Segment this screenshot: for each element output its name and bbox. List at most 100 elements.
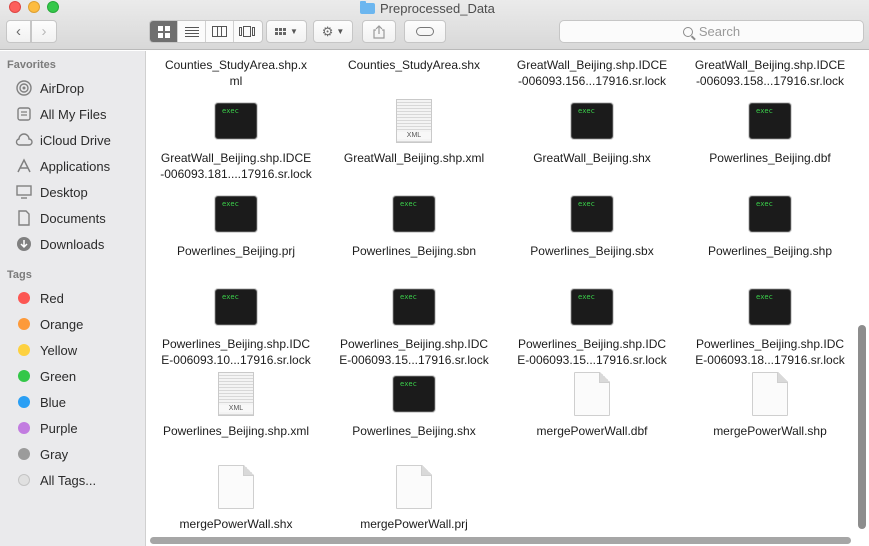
file-item[interactable]: XML GreatWall_Beijing.shp.xml [325, 98, 503, 166]
favorites-header: Favorites [7, 59, 56, 71]
column-view-icon [212, 26, 227, 37]
file-item[interactable]: exec Powerlines_Beijing.shp.IDC E-006093.… [503, 284, 681, 368]
column-view-button[interactable] [206, 21, 234, 42]
list-view-button[interactable] [178, 21, 206, 42]
tag-color-dot [18, 448, 30, 460]
tag-color-dot [18, 318, 30, 330]
sidebar-tag-red[interactable]: Red [15, 288, 64, 308]
sidebar-item-icloud-drive[interactable]: iCloud Drive [15, 130, 111, 150]
file-item[interactable]: execGreatWall_Beijing.shp.IDCE -006093.1… [503, 51, 681, 89]
minimize-window-button[interactable] [28, 1, 40, 13]
cover-flow-icon [239, 26, 257, 37]
file-name: Powerlines_Beijing.shp [707, 244, 833, 258]
file-item[interactable]: mergePowerWall.dbf [503, 371, 681, 439]
sidebar-tag-all-tags[interactable]: All Tags... [15, 470, 96, 490]
sidebar-item-label: Downloads [40, 236, 105, 252]
vertical-scrollbar[interactable] [858, 325, 866, 529]
terminal-exec-icon: exec [393, 289, 435, 325]
file-item[interactable]: exec Powerlines_Beijing.shp [681, 191, 859, 259]
back-button[interactable]: ‹ [6, 20, 31, 43]
icon-view-button[interactable] [150, 21, 178, 42]
file-item[interactable]: exec Powerlines_Beijing.shp.IDC E-006093.… [147, 284, 325, 368]
sidebar-item-label: AirDrop [40, 80, 85, 96]
file-item[interactable]: exec GreatWall_Beijing.shx [503, 98, 681, 166]
tag-color-dot [18, 292, 30, 304]
file-thumbnail [569, 371, 615, 417]
file-name: Powerlines_Beijing.shp.IDC E-006093.15..… [339, 337, 489, 367]
file-thumbnail: XML [391, 98, 437, 144]
sidebar-tag-orange[interactable]: Orange [15, 314, 83, 334]
file-thumbnail: exec [391, 371, 437, 417]
file-name: mergePowerWall.shp [713, 424, 827, 438]
cover-flow-button[interactable] [234, 21, 262, 42]
file-item[interactable]: XML Powerlines_Beijing.shp.xml [147, 371, 325, 439]
finder-window: Preprocessed_Data ‹ › ▼ ⚙ ▼ Search Favor… [0, 0, 869, 546]
sidebar-tag-gray[interactable]: Gray [15, 444, 68, 464]
file-thumbnail: exec [213, 191, 259, 237]
arrange-button[interactable]: ▼ [266, 20, 307, 43]
chevron-down-icon: ▼ [290, 27, 298, 36]
sidebar-item-desktop[interactable]: Desktop [15, 182, 88, 202]
file-item[interactable]: XMLCounties_StudyArea.shp.x ml [147, 51, 325, 89]
file-item[interactable]: exec Powerlines_Beijing.sbx [503, 191, 681, 259]
file-item[interactable]: exec Powerlines_Beijing.shx [325, 371, 503, 439]
file-item[interactable]: exec Powerlines_Beijing.dbf [681, 98, 859, 166]
file-item[interactable]: execGreatWall_Beijing.shp.IDCE -006093.1… [681, 51, 859, 89]
file-thumbnail: exec [747, 284, 793, 330]
file-name: Powerlines_Beijing.shp.IDC E-006093.15..… [517, 337, 667, 367]
action-button[interactable]: ⚙ ▼ [313, 20, 353, 43]
share-icon [373, 24, 385, 39]
file-name: GreatWall_Beijing.shp.IDCE -006093.158..… [694, 58, 846, 88]
close-window-button[interactable] [9, 1, 21, 13]
desktop-icon [15, 183, 33, 201]
sidebar-item-label: Purple [40, 420, 78, 436]
file-name: Counties_StudyArea.shp.x ml [164, 58, 308, 88]
search-field[interactable]: Search [559, 20, 864, 43]
forward-button[interactable]: › [31, 20, 57, 43]
sidebar-item-label: All My Files [40, 106, 107, 122]
xml-document-icon: XML [396, 99, 432, 143]
file-name: Counties_StudyArea.shx [347, 58, 481, 72]
file-item[interactable]: exec Powerlines_Beijing.shp.IDC E-006093.… [681, 284, 859, 368]
sidebar-tag-blue[interactable]: Blue [15, 392, 66, 412]
file-item[interactable]: exec Powerlines_Beijing.shp.IDC E-006093.… [325, 284, 503, 368]
sidebar-item-label: Gray [40, 446, 69, 462]
file-item[interactable]: exec Powerlines_Beijing.sbn [325, 191, 503, 259]
file-name: Powerlines_Beijing.sbx [530, 244, 654, 258]
list-view-icon [184, 26, 199, 37]
tag-color-dot [18, 474, 30, 486]
sidebar-item-applications[interactable]: Applications [15, 156, 110, 176]
terminal-exec-icon: exec [393, 376, 435, 412]
tags-header: Tags [7, 269, 32, 281]
blank-document-icon [752, 372, 788, 416]
file-item[interactable]: exec Powerlines_Beijing.prj [147, 191, 325, 259]
zoom-window-button[interactable] [47, 1, 59, 13]
file-item[interactable]: execCounties_StudyArea.shx [325, 51, 503, 73]
horizontal-scrollbar[interactable] [150, 537, 851, 544]
file-thumbnail: exec [747, 191, 793, 237]
sidebar-item-label: Green [40, 368, 77, 384]
sidebar-tag-green[interactable]: Green [15, 366, 76, 386]
sidebar-item-label: Red [40, 290, 64, 306]
file-item[interactable]: execGreatWall_Beijing.shp.IDCE -006093.1… [147, 98, 325, 182]
sidebar-tag-purple[interactable]: Purple [15, 418, 78, 438]
file-item[interactable]: mergePowerWall.shp [681, 371, 859, 439]
file-item[interactable]: mergePowerWall.shx [147, 464, 325, 532]
terminal-exec-icon: exec [749, 103, 791, 139]
sidebar-item-downloads[interactable]: Downloads [15, 234, 104, 254]
share-button[interactable] [362, 20, 396, 43]
sidebar-tag-yellow[interactable]: Yellow [15, 340, 77, 360]
tag-color-dot [18, 370, 30, 382]
window-title-text: Preprocessed_Data [380, 0, 495, 16]
sidebar-item-documents[interactable]: Documents [15, 208, 106, 228]
file-item[interactable]: mergePowerWall.prj [325, 464, 503, 532]
downloads-icon [15, 235, 33, 253]
file-thumbnail: XML [213, 371, 259, 417]
terminal-exec-icon: exec [215, 289, 257, 325]
file-thumbnail: exec [213, 98, 259, 144]
sidebar-item-all-my-files[interactable]: All My Files [15, 104, 106, 124]
file-thumbnail: exec [569, 284, 615, 330]
sidebar-item-airdrop[interactable]: AirDrop [15, 78, 84, 98]
edit-tags-button[interactable] [404, 20, 446, 43]
terminal-exec-icon: exec [749, 196, 791, 232]
